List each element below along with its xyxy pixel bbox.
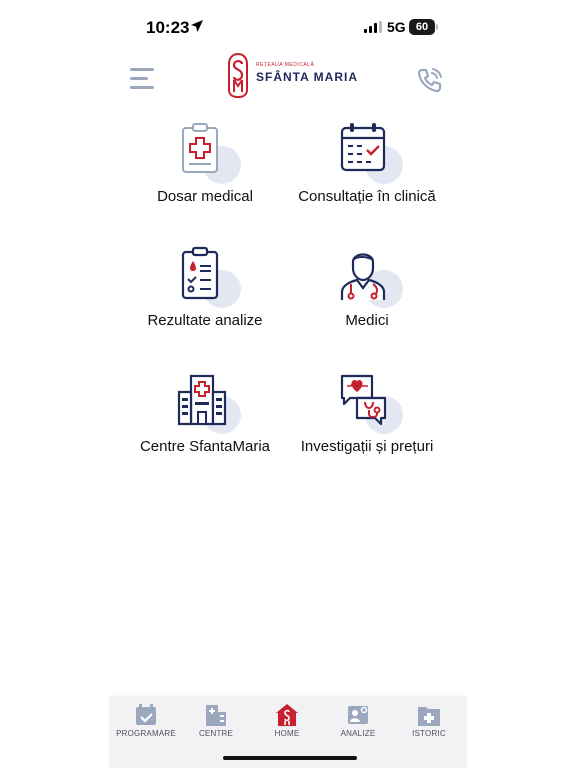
analysis-icon [348, 706, 368, 724]
medical-record-icon [175, 122, 241, 184]
hospital-building-icon [206, 705, 226, 726]
app-screen: 10:23 5G 60 REȚEAUA MEDICALĂ SFÂNTA MARI… [110, 0, 466, 768]
hamburger-menu-icon[interactable] [130, 68, 156, 90]
tile-label: Centre SfantaMaria [139, 438, 271, 455]
tab-centre[interactable]: CENTRE [184, 703, 248, 738]
investigations-icon [337, 372, 403, 434]
battery-tip [436, 24, 438, 30]
logo-subtitle: REȚEAUA MEDICALĂ [256, 62, 315, 68]
home-indicator [223, 756, 357, 760]
signal-icon [364, 21, 382, 33]
tab-label: ANALIZE [340, 729, 376, 738]
tile-label: Consultație în clinică [298, 188, 436, 205]
battery-icon: 60 [409, 19, 435, 35]
tab-label: HOME [274, 729, 300, 738]
home-icon [276, 704, 298, 726]
status-time: 10:23 [146, 18, 190, 37]
calendar-check-icon [136, 704, 156, 725]
tile-consultatie[interactable]: Consultație în clinică [282, 122, 452, 205]
hospital-icon [175, 372, 241, 434]
logo-mark-icon [228, 52, 248, 98]
app-header: REȚEAUA MEDICALĂ SFÂNTA MARIA [110, 52, 466, 102]
location-arrow-icon [191, 20, 203, 32]
tile-dosar-medical[interactable]: Dosar medical [120, 122, 290, 205]
tab-label: CENTRE [198, 729, 234, 738]
tile-label: Rezultate analize [147, 312, 263, 329]
tile-centre[interactable]: Centre SfantaMaria [120, 372, 290, 455]
calendar-icon [337, 122, 403, 184]
doctor-icon [337, 246, 403, 308]
phone-call-icon[interactable] [416, 66, 444, 94]
tile-label: Medici [345, 312, 389, 329]
tile-investigatii[interactable]: Investigații și prețuri [282, 372, 452, 455]
tab-home[interactable]: HOME [255, 703, 319, 738]
tile-label: Dosar medical [157, 188, 253, 205]
logo: REȚEAUA MEDICALĂ SFÂNTA MARIA [226, 52, 358, 102]
tile-medici[interactable]: Medici [282, 246, 452, 329]
history-folder-icon [418, 707, 440, 726]
lab-results-icon [175, 246, 241, 308]
logo-title: SFÂNTA MARIA [256, 70, 358, 84]
tab-istoric[interactable]: ISTORIC [397, 703, 461, 738]
battery-level: 60 [415, 21, 429, 33]
network-type: 5G [387, 19, 406, 35]
tile-rezultate-analize[interactable]: Rezultate analize [120, 246, 290, 329]
tab-label: ISTORIC [412, 729, 446, 738]
tab-programare[interactable]: PROGRAMARE [114, 703, 178, 738]
tile-label: Investigații și prețuri [300, 438, 434, 455]
status-bar: 10:23 5G 60 [110, 16, 466, 40]
tab-analize[interactable]: ANALIZE [326, 703, 390, 738]
tab-label: PROGRAMARE [116, 729, 176, 738]
